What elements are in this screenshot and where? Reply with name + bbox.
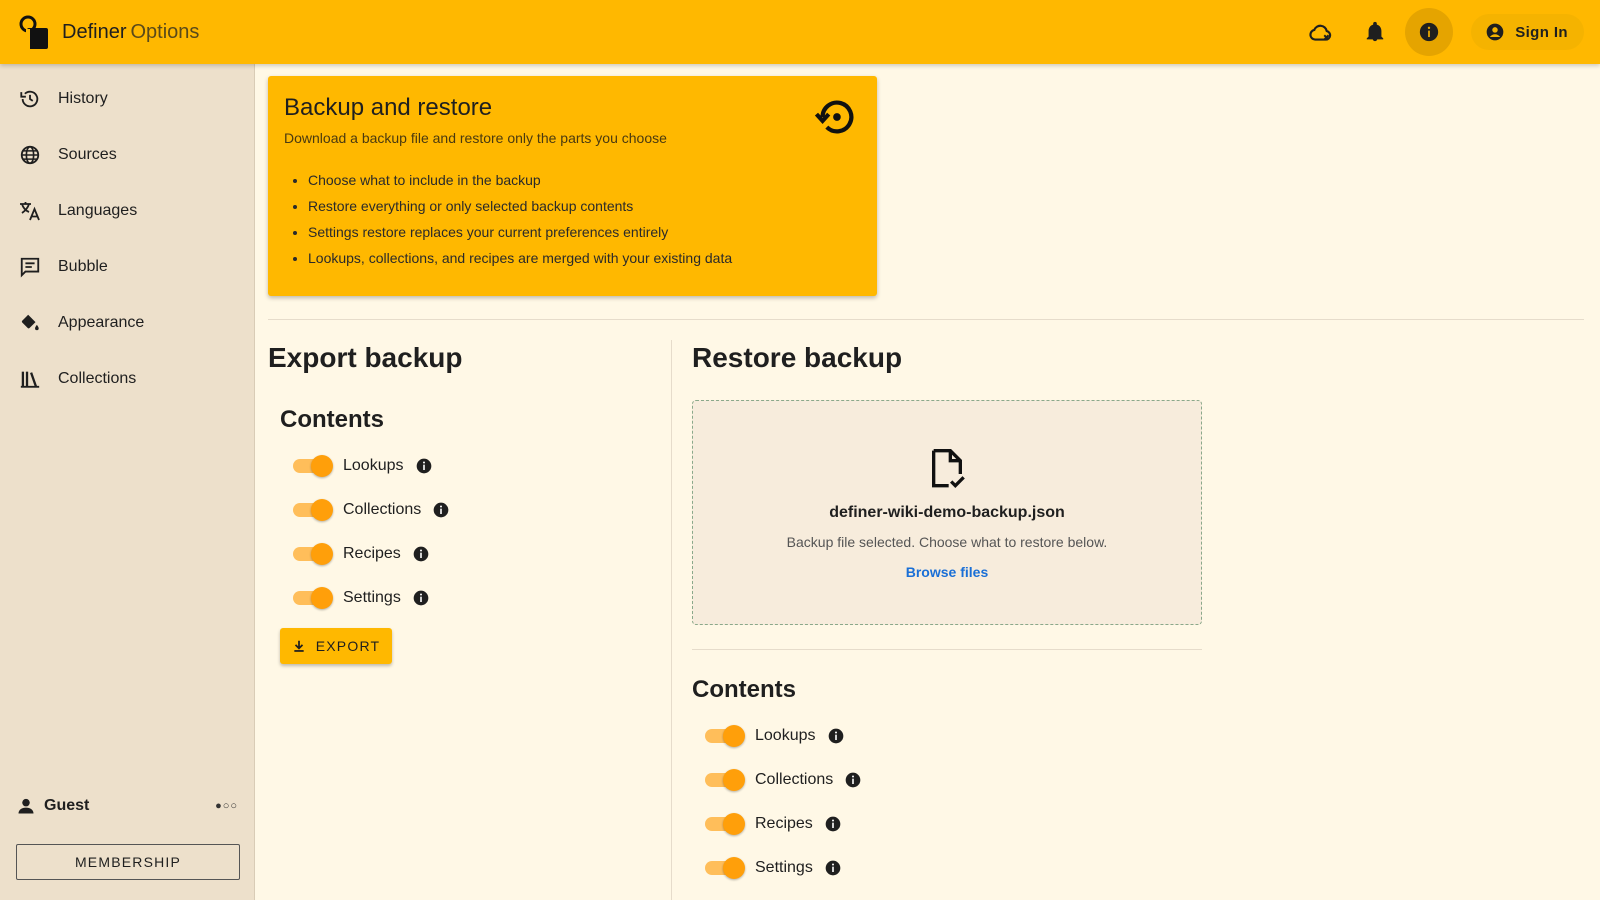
sign-in-button[interactable]: Sign In <box>1471 14 1584 50</box>
section-divider <box>268 319 1584 320</box>
hero-subtitle: Download a backup file and restore only … <box>284 130 667 146</box>
info-icon[interactable] <box>825 816 841 832</box>
person-icon <box>18 798 34 814</box>
info-icon[interactable] <box>1405 8 1454 56</box>
translate-icon <box>18 199 42 223</box>
restore-settings-toggle[interactable] <box>705 857 745 879</box>
hero-bullet: Restore everything or only selected back… <box>308 198 861 214</box>
export-button[interactable]: EXPORT <box>280 628 392 664</box>
info-icon[interactable] <box>413 590 429 606</box>
cloud-off-icon[interactable] <box>1297 8 1345 56</box>
user-profile[interactable]: Guest ●○○ <box>16 794 238 818</box>
restore-toggle-row: Collections <box>692 758 861 802</box>
restore-toggle-row: Settings <box>692 846 861 890</box>
toggle-label: Recipes <box>755 815 813 832</box>
column-divider <box>671 340 672 900</box>
restore-toggle-row: Lookups <box>692 714 861 758</box>
restore-toggle-row: Recipes <box>692 802 861 846</box>
info-icon[interactable] <box>416 458 432 474</box>
toggle-label: Recipes <box>343 545 401 562</box>
selected-file-name: definer-wiki-demo-backup.json <box>829 504 1065 521</box>
sidebar-item-collections[interactable]: Collections <box>0 351 254 407</box>
sidebar-item-label: Languages <box>58 202 138 219</box>
info-icon[interactable] <box>825 860 841 876</box>
toggle-label: Settings <box>755 859 813 876</box>
export-collections-toggle[interactable] <box>293 499 333 521</box>
restore-collections-toggle[interactable] <box>705 769 745 791</box>
main-content: Backup and restore Download a backup fil… <box>256 64 1600 900</box>
export-button-label: EXPORT <box>315 638 381 654</box>
definer-logo-icon <box>18 15 50 49</box>
export-toggle-row: Collections <box>280 488 449 532</box>
export-recipes-toggle[interactable] <box>293 543 333 565</box>
file-hint: Backup file selected. Choose what to res… <box>786 534 1108 550</box>
export-title: Export backup <box>268 342 463 373</box>
restore-contents-title: Contents <box>692 676 796 703</box>
membership-button[interactable]: MEMBERSHIP <box>16 844 240 880</box>
globe-icon <box>18 143 42 167</box>
sidebar: History Sources Languages Bubble Appeara… <box>0 64 255 900</box>
toggle-label: Collections <box>343 501 422 518</box>
toggle-label: Collections <box>755 771 834 788</box>
brand[interactable]: Definer Options <box>18 15 199 49</box>
restore-recipes-toggle[interactable] <box>705 813 745 835</box>
top-bar: Definer Options Sign In <box>0 0 1600 64</box>
backup-info-card: Backup and restore Download a backup fil… <box>268 76 877 296</box>
sidebar-item-sources[interactable]: Sources <box>0 127 254 183</box>
app-subtitle: Options <box>130 20 200 43</box>
info-icon[interactable] <box>828 728 844 744</box>
sidebar-item-appearance[interactable]: Appearance <box>0 295 254 351</box>
sidebar-item-label: Appearance <box>58 314 145 331</box>
hero-title: Backup and restore <box>284 94 493 121</box>
info-icon[interactable] <box>433 502 449 518</box>
history-icon <box>18 87 42 111</box>
export-lookups-toggle[interactable] <box>293 455 333 477</box>
restore-divider <box>692 649 1202 650</box>
restore-icon <box>813 94 859 145</box>
library-icon <box>18 367 42 391</box>
export-contents-title: Contents <box>280 406 384 433</box>
bell-icon[interactable] <box>1351 8 1399 56</box>
hero-bullet: Settings restore replaces your current p… <box>308 224 861 240</box>
restore-contents: Contents Lookups Collections Recipes Set… <box>692 676 861 890</box>
toggle-label: Settings <box>343 589 401 606</box>
sidebar-item-label: Bubble <box>58 258 108 275</box>
export-toggle-row: Recipes <box>280 532 449 576</box>
sidebar-item-label: History <box>58 90 108 107</box>
paint-bucket-icon <box>18 311 42 335</box>
app-title: Definer <box>62 20 127 43</box>
sidebar-item-label: Sources <box>58 146 117 163</box>
sidebar-item-languages[interactable]: Languages <box>0 183 254 239</box>
download-icon <box>294 640 304 652</box>
browse-files-link[interactable]: Browse files <box>906 564 988 580</box>
sidebar-item-label: Collections <box>58 370 137 387</box>
info-icon[interactable] <box>413 546 429 562</box>
export-settings-toggle[interactable] <box>293 587 333 609</box>
more-dots-icon[interactable]: ●○○ <box>215 800 238 812</box>
user-name: Guest <box>44 797 90 814</box>
sidebar-item-bubble[interactable]: Bubble <box>0 239 254 295</box>
file-check-icon <box>927 447 967 496</box>
file-dropzone[interactable]: definer-wiki-demo-backup.json Backup fil… <box>692 400 1202 625</box>
chat-bubble-icon <box>18 255 42 279</box>
hero-bullet: Choose what to include in the backup <box>308 172 861 188</box>
toggle-label: Lookups <box>755 727 816 744</box>
restore-title: Restore backup <box>692 342 903 373</box>
restore-lookups-toggle[interactable] <box>705 725 745 747</box>
sign-in-label: Sign In <box>1515 23 1568 41</box>
hero-bullet: Lookups, collections, and recipes are me… <box>308 250 861 266</box>
export-contents: Contents Lookups Collections Recipes Set… <box>280 406 449 620</box>
info-icon[interactable] <box>845 772 861 788</box>
hero-bullets: Choose what to include in the backup Res… <box>284 172 861 266</box>
sidebar-item-history[interactable]: History <box>0 71 254 127</box>
toggle-label: Lookups <box>343 457 404 474</box>
export-toggle-row: Lookups <box>280 444 449 488</box>
account-icon <box>1486 23 1504 41</box>
export-toggle-row: Settings <box>280 576 449 620</box>
